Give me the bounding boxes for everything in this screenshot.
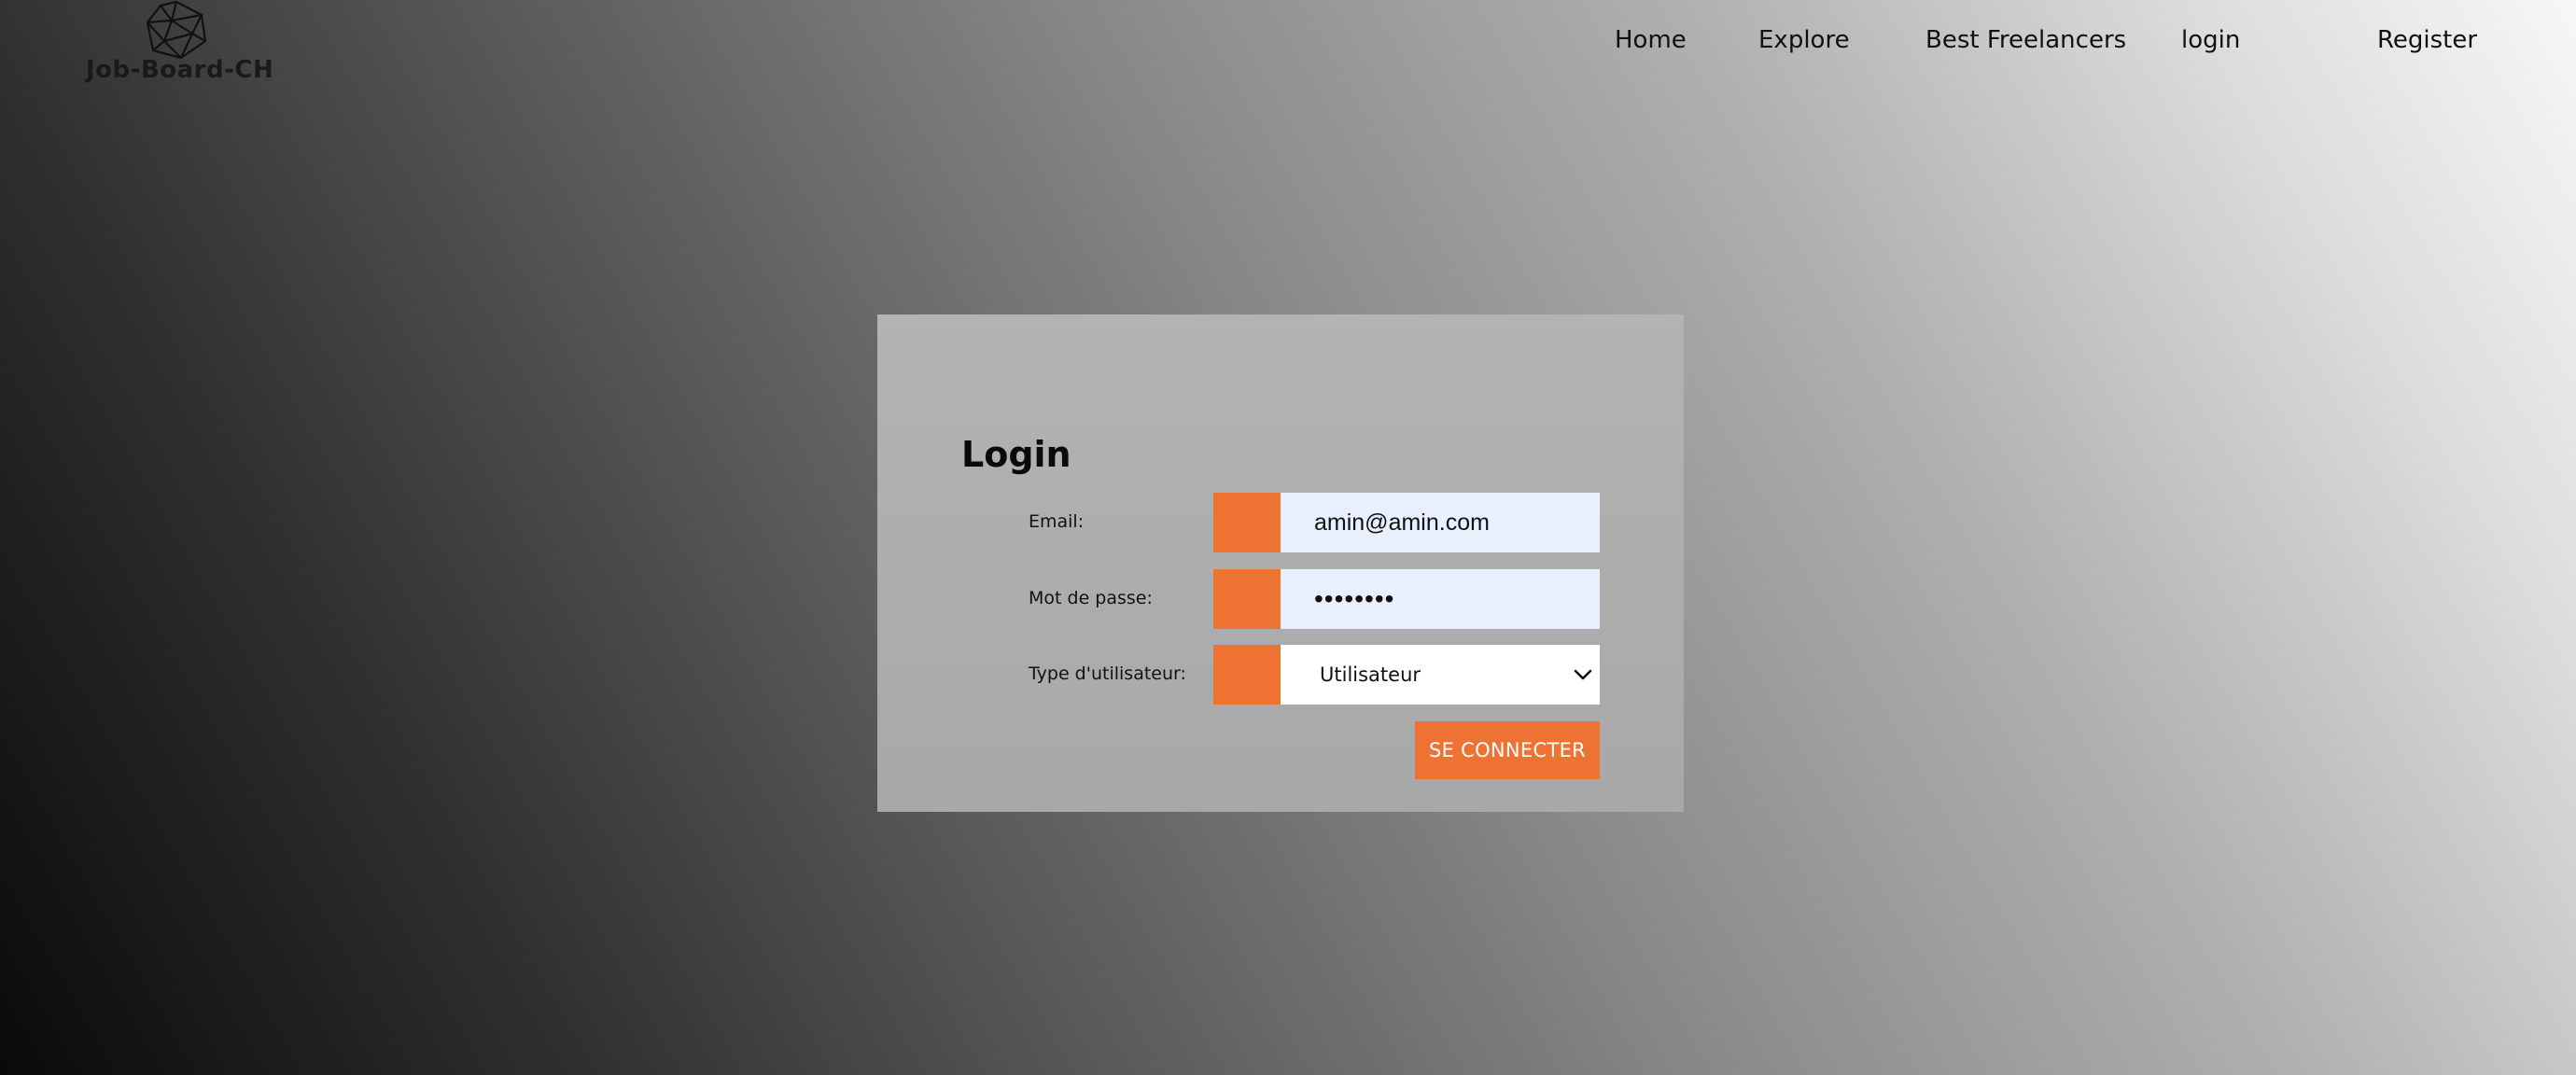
password-input[interactable]: •••••••• — [1281, 569, 1600, 629]
user-type-accent-block — [1213, 645, 1281, 705]
nav-link-home[interactable]: Home — [1615, 26, 1687, 54]
nav-link-register[interactable]: Register — [2377, 26, 2477, 54]
login-title: Login — [961, 434, 1071, 475]
password-accent-block — [1213, 569, 1281, 629]
user-type-select[interactable]: Utilisateur — [1281, 645, 1600, 705]
user-type-field-group: Utilisateur — [1213, 645, 1600, 705]
nav-link-best-freelancers[interactable]: Best Freelancers — [1925, 26, 2126, 54]
nav-link-explore[interactable]: Explore — [1758, 26, 1850, 54]
email-field-group: amin@amin.com — [1213, 493, 1600, 552]
main-nav: Home Explore Best Freelancers login Regi… — [0, 26, 2576, 67]
email-input[interactable]: amin@amin.com — [1281, 493, 1600, 552]
nav-link-login[interactable]: login — [2181, 26, 2240, 54]
email-accent-block — [1213, 493, 1281, 552]
user-type-selected-value: Utilisateur — [1320, 663, 1421, 686]
login-submit-button[interactable]: SE CONNECTER — [1415, 721, 1600, 779]
password-field-group: •••••••• — [1213, 569, 1600, 629]
email-label: Email: — [1029, 511, 1085, 532]
user-type-label: Type d'utilisateur: — [1029, 663, 1186, 684]
password-label: Mot de passe: — [1029, 588, 1153, 608]
chevron-down-icon — [1574, 669, 1592, 680]
login-card: Login Email: amin@amin.com Mot de passe:… — [877, 314, 1684, 812]
